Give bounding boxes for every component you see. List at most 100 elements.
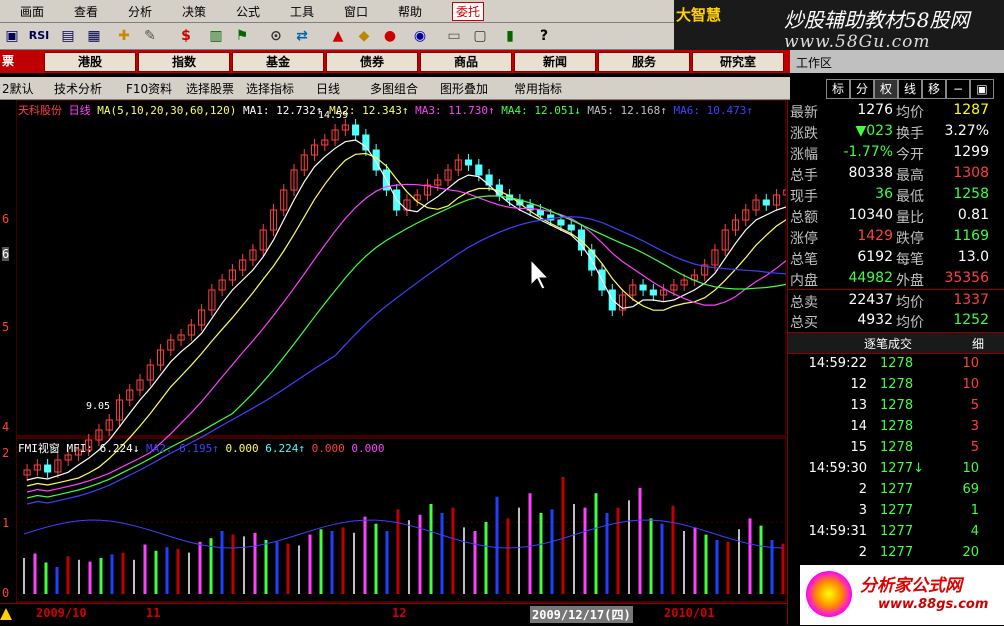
func-index[interactable]: 指数 bbox=[138, 52, 230, 72]
minimize-icon[interactable]: − bbox=[946, 79, 970, 99]
grid-icon[interactable]: ▦ bbox=[84, 26, 104, 46]
restore-icon[interactable]: ▣ bbox=[970, 79, 994, 99]
tick-time: 13 bbox=[850, 398, 867, 413]
quote-row: 涨停 1429 跌停 1169 bbox=[788, 226, 1004, 247]
tab-daily[interactable]: 日线 bbox=[316, 80, 340, 97]
ma5-value: MA5: 12.168↑ bbox=[587, 104, 667, 117]
rtab-rights[interactable]: 权 bbox=[874, 79, 898, 99]
quote-label-2: 均价 bbox=[896, 105, 924, 121]
kline-chart[interactable]: 天科股份 日线 MA(5,10,20,30,60,120) MA1: 12.73… bbox=[15, 99, 791, 603]
alert-icon[interactable]: ▲ bbox=[328, 26, 348, 46]
func-bond[interactable]: 债券 bbox=[326, 52, 418, 72]
diamond-icon[interactable]: ◆ bbox=[354, 26, 374, 46]
func-hk-stocks[interactable]: 港股 bbox=[44, 52, 136, 72]
menu-item-window[interactable]: 窗口 bbox=[344, 3, 368, 20]
menu-item-help[interactable]: 帮助 bbox=[398, 3, 422, 20]
menu-item-formula[interactable]: 公式 bbox=[236, 3, 260, 20]
flower-logo-icon bbox=[806, 571, 852, 617]
tool-b-icon[interactable]: ◉ bbox=[410, 26, 430, 46]
quote-row: 涨跌 ▼023 换手 3.27% bbox=[788, 121, 1004, 142]
tab-default[interactable]: 2默认 bbox=[2, 80, 34, 97]
screen-icon[interactable]: ▣ bbox=[2, 26, 22, 46]
pen-icon[interactable]: ✎ bbox=[140, 26, 160, 46]
quote-label-2: 均价 bbox=[896, 315, 924, 331]
tab-select-indicator[interactable]: 选择指标 bbox=[246, 80, 294, 97]
tab-f10[interactable]: F10资料 bbox=[126, 80, 172, 97]
quote-value-2: 1337 bbox=[953, 292, 989, 308]
help-icon[interactable]: ? bbox=[534, 26, 554, 46]
rtab-minute[interactable]: 分 bbox=[850, 79, 874, 99]
quote-value-2: 1299 bbox=[953, 144, 989, 160]
menu-item-analyze[interactable]: 分析 bbox=[128, 3, 152, 20]
ma-line-5 bbox=[26, 216, 787, 505]
quote-label-2: 均价 bbox=[896, 295, 924, 311]
ind-tick-0: 0 bbox=[2, 586, 10, 600]
date-11: 11 bbox=[146, 606, 161, 620]
tab-select-stock[interactable]: 选择股票 bbox=[186, 80, 234, 97]
quote-label: 内盘 bbox=[790, 273, 818, 289]
ma1-value: MA1: 12.732↑ bbox=[242, 104, 323, 117]
candle-body bbox=[639, 284, 647, 291]
dollar-icon[interactable]: $ bbox=[176, 26, 196, 46]
tab-overlay[interactable]: 图形叠加 bbox=[440, 80, 488, 97]
tick-row: 14:59:30 1277↓ 10 bbox=[788, 459, 1004, 480]
crosshair-icon[interactable]: ✚ bbox=[114, 26, 134, 46]
func-commodity[interactable]: 商品 bbox=[420, 52, 512, 72]
rtab-line[interactable]: 线 bbox=[898, 79, 922, 99]
report-icon[interactable]: ▤ bbox=[58, 26, 78, 46]
menu-item-trade[interactable]: 委托 bbox=[452, 2, 485, 21]
func-stocks[interactable]: 票 bbox=[0, 52, 18, 70]
rsi-icon[interactable]: RSI bbox=[24, 26, 54, 46]
workarea-tab[interactable]: 工作区 bbox=[790, 50, 1004, 73]
tick-row: 14:59:22 1278 10 bbox=[788, 354, 1004, 375]
ind-value-d: 0.000 bbox=[311, 442, 345, 455]
menu-item-view[interactable]: 查看 bbox=[74, 3, 98, 20]
candle-body bbox=[536, 209, 544, 216]
tick-volume: 5 bbox=[970, 398, 979, 413]
cursor-date: 2009/12/17(四) bbox=[530, 606, 633, 623]
ind-value-e: 0.000 bbox=[351, 442, 385, 455]
tick-price: 1278 bbox=[880, 398, 914, 413]
quote-value-2: 13.0 bbox=[957, 249, 989, 265]
quote-label: 涨幅 bbox=[790, 147, 818, 163]
high-label: 14.59 bbox=[318, 110, 349, 121]
binoculars-icon[interactable]: ⊙ bbox=[266, 26, 286, 46]
rtab-mark[interactable]: 标 bbox=[826, 79, 850, 99]
tab-technical[interactable]: 技术分析 bbox=[54, 80, 102, 97]
func-service[interactable]: 服务 bbox=[598, 52, 690, 72]
quote-label: 总买 bbox=[790, 315, 818, 331]
tick-time: 3 bbox=[858, 503, 867, 518]
func-news[interactable]: 新闻 bbox=[514, 52, 596, 72]
print-icon[interactable]: ▭ bbox=[444, 26, 464, 46]
rtab-move[interactable]: 移 bbox=[922, 79, 946, 99]
tick-volume: 3 bbox=[970, 419, 979, 434]
flag-icon[interactable]: ⚑ bbox=[232, 26, 252, 46]
menu-item-screen[interactable]: 画面 bbox=[20, 3, 44, 20]
tab-common-indicator[interactable]: 常用指标 bbox=[514, 80, 562, 97]
ticks-detail[interactable]: 细 bbox=[972, 335, 984, 352]
quote-row: 现手 36 最低 1258 bbox=[788, 184, 1004, 205]
low-label: 9.05 bbox=[86, 401, 111, 412]
compare-icon[interactable]: ⇄ bbox=[292, 26, 312, 46]
quote-value: 1429 bbox=[857, 228, 893, 244]
scroll-arrow-icon[interactable] bbox=[0, 608, 12, 620]
tick-price: 1277 bbox=[880, 503, 914, 518]
func-research[interactable]: 研究室 bbox=[692, 52, 784, 72]
menu-item-decide[interactable]: 决策 bbox=[182, 3, 206, 20]
quote-value-2: 1252 bbox=[953, 312, 989, 328]
quote-label-2: 今开 bbox=[896, 147, 924, 163]
tool-a-icon[interactable]: ● bbox=[380, 26, 400, 46]
window-icon[interactable]: ▢ bbox=[470, 26, 490, 46]
chart-icon[interactable]: ▥ bbox=[206, 26, 226, 46]
date-2010-01: 2010/01 bbox=[664, 606, 715, 620]
candle-body bbox=[557, 219, 565, 226]
menu-item-tools[interactable]: 工具 bbox=[290, 3, 314, 20]
quote-label: 涨跌 bbox=[790, 126, 818, 142]
ticks-header[interactable]: 逐笔成交 细 bbox=[788, 332, 1004, 354]
books-icon[interactable]: ▮ bbox=[500, 26, 520, 46]
mfi-value: MFI: 6.224↓ bbox=[66, 442, 140, 455]
tab-multi-chart[interactable]: 多图组合 bbox=[370, 80, 418, 97]
quote-value-2: 1258 bbox=[953, 186, 989, 202]
func-fund[interactable]: 基金 bbox=[232, 52, 324, 72]
toolbar: ▣ RSI ▤ ▦ ✚ ✎ $ ▥ ⚑ ⊙ ⇄ ▲ ◆ ● ◉ ▭ ▢ ▮ ? bbox=[0, 23, 674, 50]
